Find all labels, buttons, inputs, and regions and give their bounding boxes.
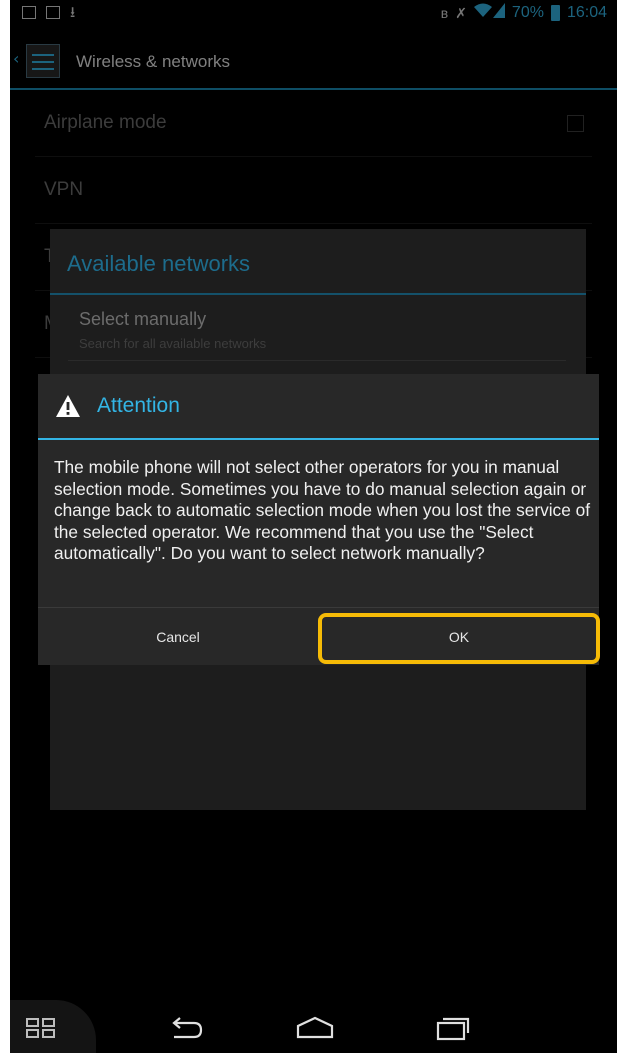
cancel-button[interactable]: Cancel: [38, 608, 318, 666]
ok-button-highlight: [318, 613, 600, 664]
home-icon[interactable]: [295, 1015, 335, 1039]
device-screen: ⭳ ʙ ✗ 70% 16:04 ‹ Wireless & networks Ai…: [10, 0, 617, 1053]
recent-apps-icon[interactable]: [435, 1015, 471, 1041]
back-icon[interactable]: [168, 1016, 204, 1040]
navigation-bar: [10, 1000, 617, 1053]
screenshot-icon[interactable]: [26, 1018, 56, 1038]
dialog-title: Available networks: [67, 251, 251, 276]
divider: [68, 360, 566, 361]
dialog-message: The mobile phone will not select other o…: [54, 457, 591, 564]
select-manually-summary: Search for all available networks: [79, 336, 267, 351]
divider: [38, 438, 599, 440]
dialog-title: Attention: [97, 394, 180, 417]
warning-icon: [56, 395, 80, 417]
select-manually-option[interactable]: Select manually: [79, 309, 206, 330]
divider: [50, 293, 586, 295]
